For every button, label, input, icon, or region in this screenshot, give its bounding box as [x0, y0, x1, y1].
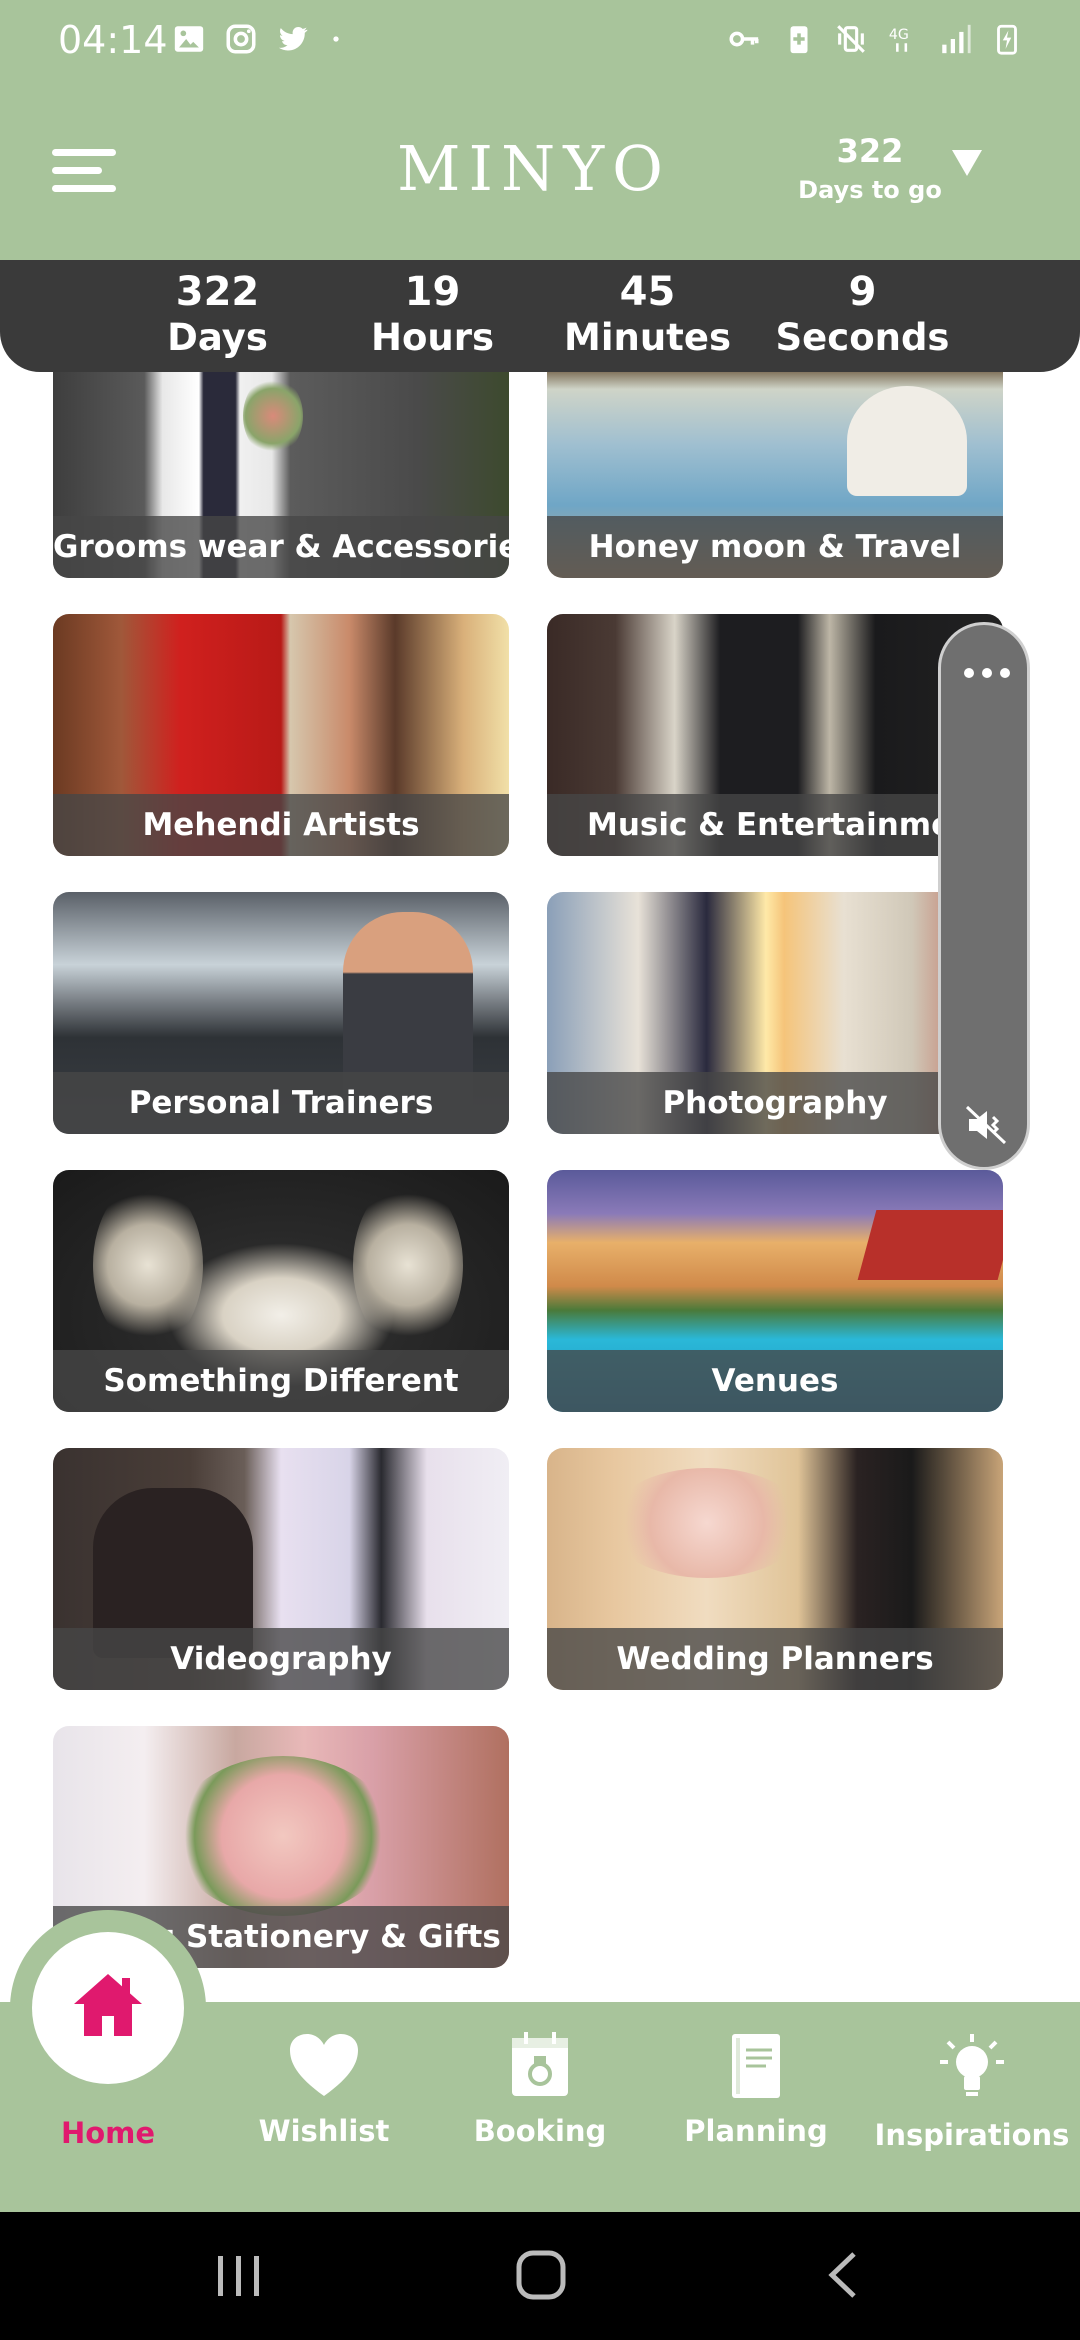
app-logo: MINYO — [397, 132, 671, 205]
gallery-icon — [174, 26, 204, 52]
countdown-value: 45 — [619, 269, 676, 315]
category-label: Grooms wear & Accessories — [53, 516, 509, 578]
countdown-label: Minutes — [564, 316, 731, 359]
nav-home[interactable] — [10, 1910, 206, 2106]
countdown-value: 322 — [175, 269, 260, 315]
volume-mute-icon[interactable] — [965, 1105, 1009, 1145]
category-label: Photography — [547, 1072, 1003, 1134]
home-button-icon[interactable] — [516, 2250, 566, 2300]
category-label: Venues — [547, 1350, 1003, 1412]
status-time: 04:14 — [58, 18, 168, 62]
home-icon — [74, 1974, 142, 2036]
book-icon — [732, 2034, 780, 2098]
days-to-go-label: Days to go — [798, 176, 942, 204]
svg-text:4G: 4G — [889, 27, 909, 43]
category-label: Honey moon & Travel — [547, 516, 1003, 578]
category-card-personal-trainers[interactable]: Personal Trainers — [53, 892, 509, 1134]
dropdown-arrow-icon[interactable] — [950, 148, 984, 178]
more-options-icon[interactable] — [963, 667, 1011, 679]
calendar-icon — [512, 2032, 568, 2096]
category-card-mehendi[interactable]: Mehendi Artists — [53, 614, 509, 856]
category-card-photography[interactable]: Photography — [547, 892, 1003, 1134]
nav-booking[interactable]: Booking — [432, 2002, 648, 2212]
signal-bars-icon — [942, 24, 971, 54]
battery-charging-icon — [997, 24, 1017, 55]
category-card-music[interactable]: Music & Entertainmer — [547, 614, 1003, 856]
category-label: Personal Trainers — [53, 1072, 509, 1134]
nav-planning[interactable]: Planning — [648, 2002, 864, 2212]
nav-home-label: Home — [60, 2116, 156, 2150]
4g-signal-icon: 4G — [889, 27, 909, 52]
nav-label: Planning — [684, 2114, 828, 2148]
days-to-go[interactable]: 322 Days to go — [790, 132, 950, 204]
countdown-label: Hours — [371, 316, 494, 359]
countdown-label: Seconds — [775, 316, 950, 359]
system-nav-bar — [0, 2212, 1080, 2340]
countdown-value: 19 — [404, 269, 461, 315]
countdown-label: Days — [167, 316, 268, 359]
category-label: Wedding Planners — [547, 1628, 1003, 1690]
countdown-hours: 19 Hours — [325, 260, 540, 372]
category-label: Mehendi Artists — [53, 794, 509, 856]
category-card-wedding-planners[interactable]: Wedding Planners — [547, 1448, 1003, 1690]
app-header: MINYO 322 Days to go — [0, 90, 1080, 260]
nav-label: Wishlist — [258, 2114, 390, 2148]
status-bar: 04:14 4G — [0, 0, 1080, 90]
floating-media-panel[interactable] — [938, 622, 1030, 1170]
vibrate-mute-icon — [837, 25, 865, 53]
category-label: Music & Entertainmer — [547, 794, 1003, 856]
category-card-venues[interactable]: Venues — [547, 1170, 1003, 1412]
countdown-bar: 322 Days 19 Hours 45 Minutes 9 Seconds — [0, 260, 1080, 372]
nav-label: Inspirations — [874, 2118, 1070, 2152]
category-card-videography[interactable]: Videography — [53, 1448, 509, 1690]
heart-icon — [290, 2034, 358, 2096]
dot-icon — [333, 36, 339, 42]
countdown-seconds: 9 Seconds — [755, 260, 970, 372]
lightbulb-icon — [940, 2034, 1004, 2096]
recent-apps-icon[interactable] — [214, 2254, 264, 2298]
days-to-go-count: 322 — [836, 132, 904, 170]
menu-icon[interactable] — [52, 145, 116, 197]
category-label: Something Different — [53, 1350, 509, 1412]
nav-inspirations[interactable]: Inspirations — [864, 2002, 1080, 2212]
nav-wishlist[interactable]: Wishlist — [216, 2002, 432, 2212]
instagram-icon — [226, 24, 256, 54]
back-icon[interactable] — [824, 2250, 864, 2300]
countdown-days: 322 Days — [110, 260, 325, 372]
twitter-icon — [278, 27, 308, 51]
category-card-honeymoon[interactable]: Honey moon & Travel — [547, 336, 1003, 578]
countdown-minutes: 45 Minutes — [540, 260, 755, 372]
nav-label: Booking — [473, 2114, 607, 2148]
vpn-key-icon — [729, 31, 759, 47]
countdown-value: 9 — [848, 269, 877, 315]
category-card-something-different[interactable]: Something Different — [53, 1170, 509, 1412]
category-label: Videography — [53, 1628, 509, 1690]
category-card-grooms-wear[interactable]: Grooms wear & Accessories — [53, 336, 509, 578]
battery-saver-icon — [790, 26, 808, 54]
